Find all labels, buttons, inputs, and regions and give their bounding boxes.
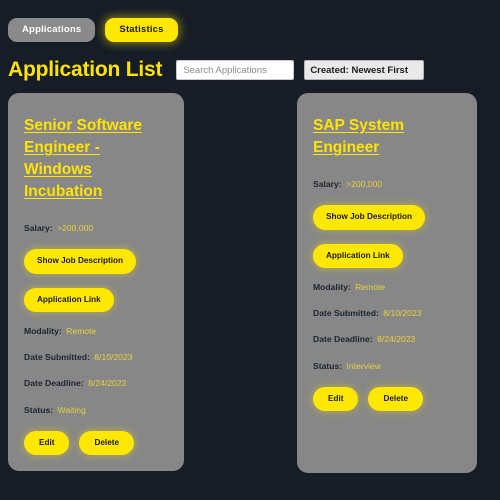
edit-button[interactable]: Edit [24, 430, 70, 456]
date-submitted-label: Date Submitted: [313, 308, 379, 319]
tab-bar: Applications Statistics [8, 18, 178, 42]
date-deadline-label: Date Deadline: [313, 334, 373, 345]
page-title: Application List [8, 58, 163, 81]
header-row: Application List Created: Newest First [8, 55, 492, 85]
card-actions: Edit Delete [24, 430, 168, 456]
date-submitted-field: Date Submitted: 8/10/2023 [313, 308, 461, 318]
modality-value: Remote [66, 325, 97, 336]
date-deadline-field: Date Deadline: 8/24/2023 [313, 334, 461, 344]
tab-statistics[interactable]: Statistics [105, 18, 178, 42]
salary-field: Salary: >200,000 [313, 179, 461, 189]
search-input[interactable] [176, 60, 295, 80]
job-title-link[interactable]: SAP System Engineer [313, 115, 461, 159]
status-label: Status: [24, 404, 54, 415]
date-submitted-field: Date Submitted: 8/10/2023 [24, 352, 168, 362]
status-field: Status: Waiting [24, 405, 168, 415]
date-submitted-value: 8/10/2023 [383, 308, 422, 319]
application-card: Senior Software Engineer - Windows Incub… [8, 93, 184, 471]
salary-label: Salary: [313, 179, 342, 189]
tab-applications[interactable]: Applications [8, 18, 96, 42]
delete-button[interactable]: Delete [79, 430, 135, 456]
date-deadline-value: 8/24/2023 [377, 334, 416, 345]
modality-value: Remote [355, 281, 386, 292]
modality-label: Modality: [24, 325, 62, 336]
status-value: Waiting [57, 404, 86, 415]
job-title-link[interactable]: Senior Software Engineer - Windows Incub… [24, 115, 168, 203]
application-link-button[interactable]: Application Link [313, 243, 403, 268]
salary-label: Salary: [24, 223, 53, 233]
card-actions: Edit Delete [313, 386, 461, 412]
sort-select[interactable]: Created: Newest First [304, 60, 425, 80]
application-link-button[interactable]: Application Link [24, 287, 114, 312]
status-field: Status: Interview [313, 361, 461, 371]
date-submitted-value: 8/10/2023 [94, 352, 133, 363]
status-label: Status: [313, 360, 343, 371]
date-deadline-field: Date Deadline: 8/24/2023 [24, 378, 168, 388]
status-value: Interview [346, 360, 381, 371]
modality-field: Modality: Remote [313, 282, 461, 292]
salary-value: >200,000 [346, 179, 383, 189]
salary-value: >200,000 [57, 223, 94, 233]
date-deadline-value: 8/24/2023 [88, 378, 127, 389]
date-deadline-label: Date Deadline: [24, 378, 84, 389]
modality-field: Modality: Remote [24, 326, 168, 336]
application-card: SAP System Engineer Salary: >200,000 Sho… [297, 93, 477, 473]
delete-button[interactable]: Delete [368, 386, 424, 412]
show-job-description-button[interactable]: Show Job Description [24, 249, 136, 274]
edit-button[interactable]: Edit [313, 386, 359, 412]
date-submitted-label: Date Submitted: [24, 352, 90, 363]
sort-select-value: Created: Newest First [310, 64, 408, 76]
show-job-description-button[interactable]: Show Job Description [313, 205, 425, 230]
salary-field: Salary: >200,000 [24, 223, 168, 233]
modality-label: Modality: [313, 281, 351, 292]
